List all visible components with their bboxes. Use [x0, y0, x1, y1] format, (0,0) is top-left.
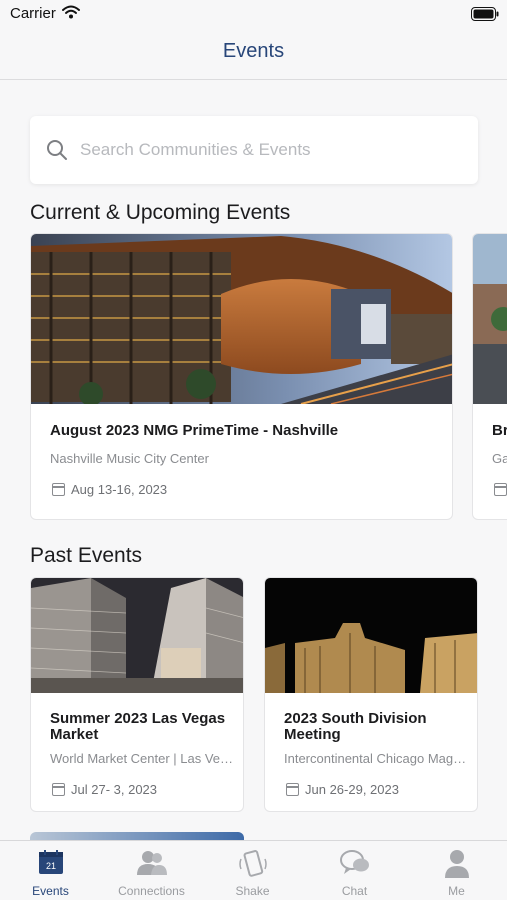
tab-label: Shake	[235, 884, 270, 898]
people-icon	[135, 849, 169, 882]
tab-chat[interactable]: Chat	[304, 841, 405, 900]
tab-shake[interactable]: Shake	[202, 841, 303, 900]
tab-events[interactable]: 21 Events	[0, 841, 101, 900]
calendar-icon	[494, 483, 507, 496]
event-title: Summer 2023 Las Vegas Market	[50, 710, 226, 743]
wifi-icon	[62, 5, 80, 24]
event-image-chicago	[265, 578, 477, 693]
event-venue: Intercontinental Chicago Magnificent Mil…	[284, 751, 469, 766]
tab-connections[interactable]: Connections	[101, 841, 202, 900]
events-content[interactable]: Current & Upcoming Events	[0, 80, 507, 840]
event-card-current[interactable]: Br Ga	[472, 233, 507, 520]
event-image	[473, 234, 507, 404]
search-icon	[46, 139, 68, 166]
event-title: 2023 South Division Meeting	[284, 710, 427, 743]
tab-bar: 21 Events Connections Shake Chat Me	[0, 840, 507, 900]
calendar-icon: 21	[38, 849, 64, 880]
calendar-icon	[52, 483, 65, 496]
chat-bubbles-icon	[339, 849, 371, 882]
event-image	[30, 832, 244, 840]
event-card-current[interactable]: August 2023 NMG PrimeTime - Nashville Na…	[30, 233, 453, 520]
tab-label: Events	[32, 884, 69, 898]
event-date: Aug 13-16, 2023	[71, 482, 168, 497]
carrier-label: Carrier	[10, 5, 56, 22]
calendar-icon	[286, 783, 299, 796]
svg-text:21: 21	[45, 861, 55, 871]
page-title: Events	[222, 40, 285, 62]
event-card-past[interactable]: Summer 2023 Las Vegas Market World Marke…	[30, 577, 244, 812]
event-title: Br	[492, 422, 507, 439]
search-input[interactable]	[80, 136, 460, 164]
event-date: Jun 26-29, 2023	[305, 782, 399, 797]
section-title-current: Current & Upcoming Events	[30, 201, 291, 224]
navigation-bar: Events	[0, 28, 507, 80]
tab-label: Me	[448, 884, 465, 898]
event-date: Jul 27- 3, 2023	[71, 782, 158, 797]
event-venue: World Market Center | Las Vegas	[50, 751, 235, 766]
tab-label: Connections	[118, 884, 185, 898]
calendar-icon	[52, 783, 65, 796]
status-bar: Carrier	[0, 0, 507, 28]
phone-shake-icon	[238, 849, 268, 884]
event-venue: Nashville Music City Center	[50, 451, 209, 466]
section-title-past: Past Events	[30, 544, 143, 567]
event-title: August 2023 NMG PrimeTime - Nashville	[50, 422, 339, 439]
search-box[interactable]	[30, 116, 478, 184]
event-image-las-vegas	[31, 578, 243, 693]
event-card-past[interactable]	[30, 832, 244, 840]
battery-icon	[471, 7, 499, 26]
tab-label: Chat	[341, 884, 368, 898]
event-image-nashville	[31, 234, 452, 404]
event-venue: Ga	[492, 451, 507, 466]
person-icon	[444, 849, 470, 884]
event-card-past[interactable]: 2023 South Division Meeting Intercontine…	[264, 577, 478, 812]
tab-me[interactable]: Me	[406, 841, 507, 900]
